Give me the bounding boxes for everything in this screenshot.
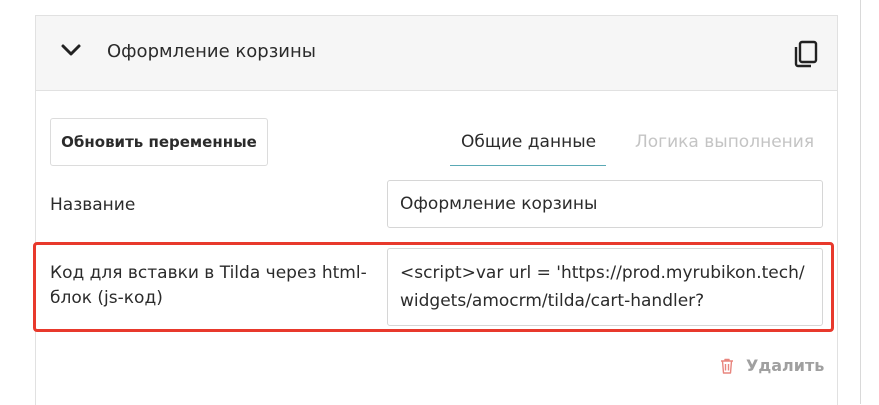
copy-icon[interactable] bbox=[793, 40, 819, 68]
scrollbar-divider bbox=[860, 0, 861, 404]
name-field[interactable]: Оформление корзины bbox=[387, 180, 823, 228]
name-label: Название bbox=[50, 195, 136, 215]
chevron-down-icon[interactable] bbox=[60, 42, 82, 58]
delete-button[interactable]: Удалить bbox=[720, 356, 824, 375]
card-title: Оформление корзины bbox=[107, 41, 316, 62]
trash-icon bbox=[721, 358, 733, 374]
card-header[interactable]: Оформление корзины bbox=[36, 16, 837, 91]
delete-label: Удалить bbox=[746, 356, 825, 375]
code-label: Код для вставки в Tilda через html-блок … bbox=[50, 263, 367, 308]
active-tab-indicator bbox=[450, 165, 606, 166]
action-card: Оформление корзины Обновить переменные О… bbox=[33, 15, 838, 405]
tab-execution-logic[interactable]: Логика выполнения bbox=[635, 132, 814, 152]
code-textarea[interactable]: <script>var url = 'https://prod.myrubiko… bbox=[387, 248, 823, 326]
update-variables-button[interactable]: Обновить переменные bbox=[50, 118, 268, 166]
tab-general-data[interactable]: Общие данные bbox=[461, 132, 596, 152]
